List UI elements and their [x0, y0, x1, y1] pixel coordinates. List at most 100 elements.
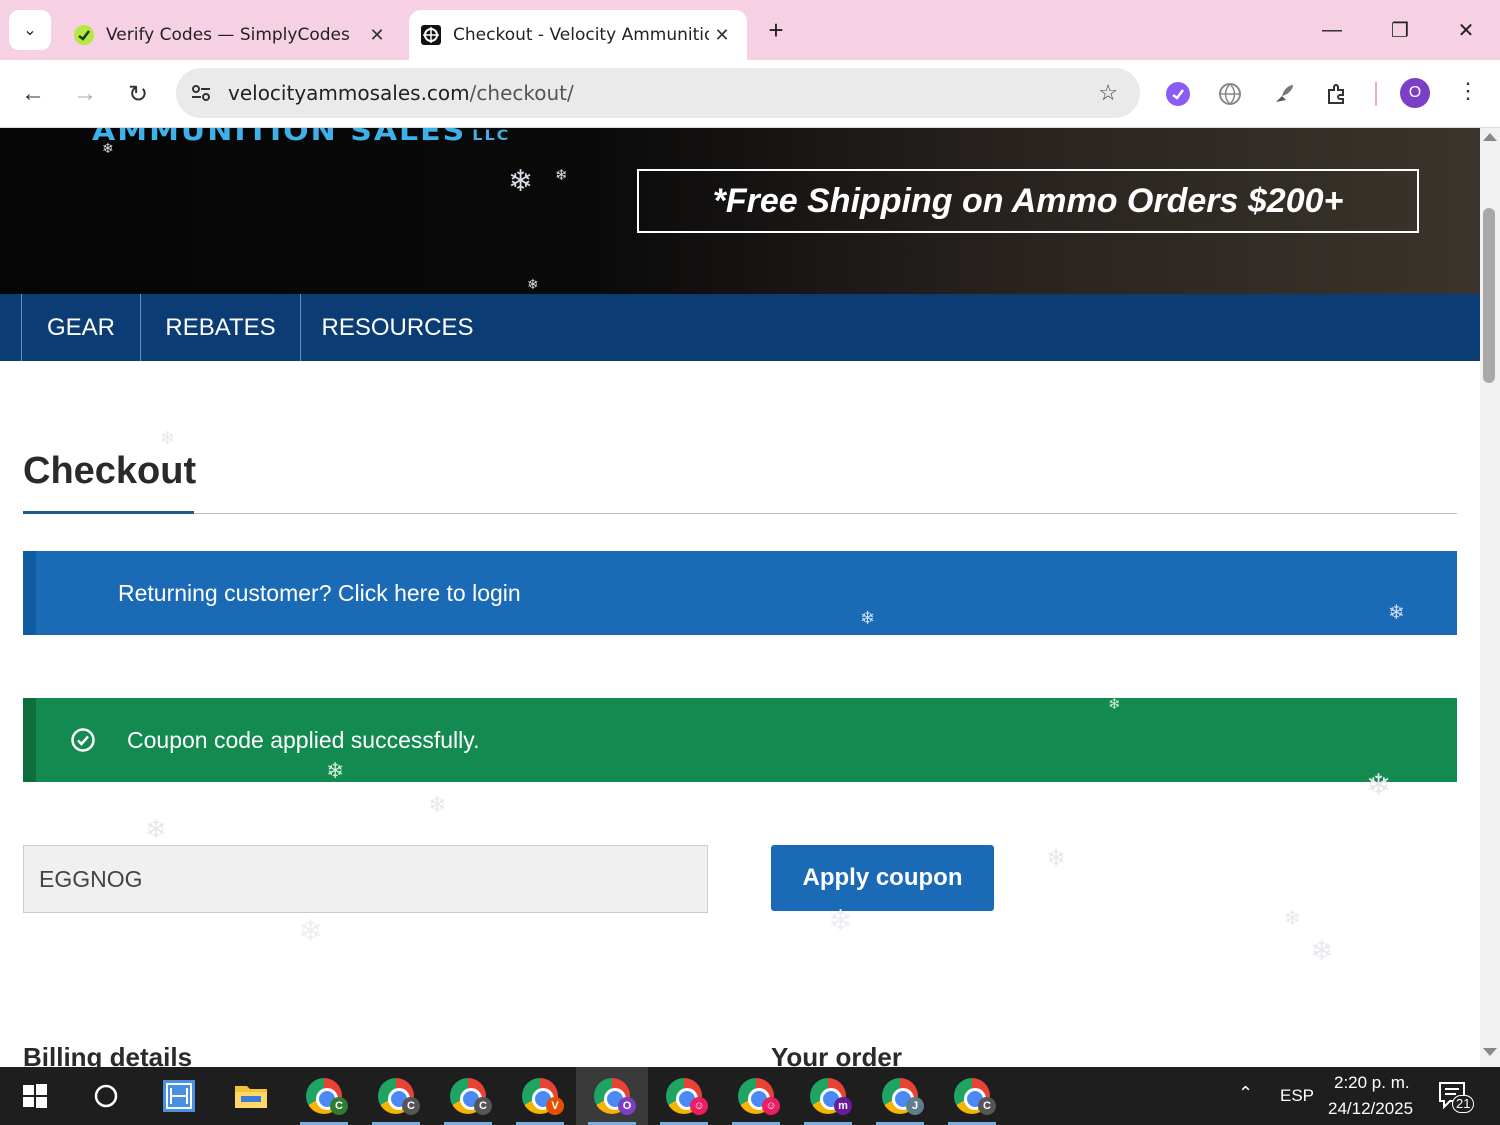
coupon-success-text: Coupon code applied successfully. [127, 726, 480, 753]
nav-item-resources[interactable]: RESOURCES [300, 294, 494, 361]
profile-badge: J [906, 1097, 924, 1115]
taskbar-chrome-2[interactable]: C [360, 1067, 432, 1125]
address-bar[interactable]: velocityammosales.com/checkout/ ☆ [176, 68, 1140, 118]
arrow-left-icon: ← [21, 80, 45, 107]
snowflake-icon: ❄ [326, 758, 345, 783]
site-settings-icon[interactable] [188, 82, 214, 104]
url-path: /checkout/ [469, 81, 574, 105]
page-viewport: AMMUNITION SALES LLC *Free Shipping on Am… [0, 128, 1480, 1067]
scroll-down-arrow-icon[interactable] [1483, 1048, 1497, 1056]
returning-customer-notice[interactable]: Returning customer? Click here to login [23, 551, 1457, 635]
snowflake-icon: ❄ [1310, 935, 1334, 966]
profile-badge-avatar-icon: ☺ [690, 1097, 708, 1115]
taskbar-chrome-7[interactable]: ☺ [720, 1067, 792, 1125]
snowflake-icon: ❄ [1108, 696, 1121, 713]
coupon-success-notice: Coupon code applied successfully. [23, 698, 1457, 782]
scroll-thumb[interactable] [1483, 208, 1495, 383]
clock-time[interactable]: 2:20 p. m. [1334, 1073, 1410, 1093]
login-link[interactable]: Returning customer? Click here to login [118, 580, 521, 607]
rocket-extension-icon[interactable] [1268, 78, 1300, 110]
profile-badge: V [546, 1097, 564, 1115]
check-circle-icon [69, 726, 97, 754]
taskbar-chrome-6[interactable]: ☺ [648, 1067, 720, 1125]
bookmark-star-icon[interactable]: ☆ [1098, 80, 1118, 106]
reload-icon: ↻ [127, 80, 149, 108]
snowflake-icon: ❄ [860, 608, 876, 628]
close-icon[interactable]: ✕ [709, 25, 735, 46]
restore-button[interactable]: ❐ [1380, 12, 1420, 48]
snowflake-icon: ❄ [160, 428, 176, 448]
taskbar-chrome-9[interactable]: J [864, 1067, 936, 1125]
forward-button[interactable]: → [65, 74, 105, 114]
profile-avatar[interactable]: O [1400, 78, 1430, 108]
close-icon: ✕ [1457, 19, 1475, 42]
nav-item-rebates[interactable]: REBATES [140, 294, 300, 361]
notification-center-button[interactable]: 21 [1438, 1081, 1475, 1113]
snowflake-icon: ❄ [1284, 908, 1301, 930]
taskbar-chrome-3[interactable]: C [432, 1067, 504, 1125]
taskbar-chrome-1[interactable]: C [288, 1067, 360, 1125]
url-text: velocityammosales.com/checkout/ [228, 81, 574, 105]
start-button[interactable] [0, 1067, 70, 1125]
logo-text: AMMUNITION SALES [92, 128, 467, 148]
title-underline [23, 511, 194, 514]
site-logo[interactable]: AMMUNITION SALES LLC [92, 128, 510, 147]
globe-extension-icon[interactable] [1214, 78, 1246, 110]
windows-taskbar: C C C V O ☺ ☺ m J C ⌃ ESP 2:20 p. m. 24/… [0, 1067, 1500, 1125]
scroll-up-arrow-icon[interactable] [1483, 133, 1497, 141]
profile-badge: C [978, 1097, 996, 1115]
close-window-button[interactable]: ✕ [1446, 12, 1486, 48]
search-button[interactable] [70, 1067, 142, 1125]
taskbar-chrome-10[interactable]: C [936, 1067, 1008, 1125]
tab-strip: ⌄ Verify Codes — SimplyCodes ✕ Checkout … [0, 0, 1500, 60]
page-scrollbar[interactable] [1480, 128, 1500, 1067]
taskbar-chrome-4[interactable]: V [504, 1067, 576, 1125]
free-shipping-banner[interactable]: *Free Shipping on Ammo Orders $200+ [637, 169, 1419, 233]
profile-badge: C [402, 1097, 420, 1115]
profile-badge: C [330, 1097, 348, 1115]
minimize-icon: — [1322, 18, 1342, 41]
taskbar-app-visual-studio[interactable] [143, 1067, 215, 1125]
tab-title: Verify Codes — SimplyCodes [106, 25, 350, 45]
main-nav: GEAR REBATES RESOURCES [0, 294, 1480, 361]
site-header-banner: AMMUNITION SALES LLC *Free Shipping on Am… [0, 128, 1480, 294]
minimize-button[interactable]: — [1312, 12, 1352, 48]
new-tab-button[interactable]: + [760, 14, 792, 46]
profile-badge: C [474, 1097, 492, 1115]
close-icon[interactable]: ✕ [364, 25, 390, 46]
more-menu-icon[interactable]: ⋮ [1455, 78, 1481, 104]
snowflake-icon: ❄ [527, 276, 539, 292]
tab-search-button[interactable]: ⌄ [9, 10, 51, 50]
coupon-code-input[interactable] [23, 845, 708, 913]
simplycodes-extension-icon[interactable] [1162, 78, 1194, 110]
apply-coupon-button[interactable]: Apply coupon [771, 845, 994, 911]
tab-title: Checkout - Velocity Ammunition Sales [453, 25, 709, 45]
snowflake-icon: ❄ [828, 905, 854, 938]
back-button[interactable]: ← [13, 74, 53, 114]
page-title: Checkout [23, 450, 197, 492]
notification-count-badge: 21 [1452, 1095, 1475, 1113]
profile-badge-avatar-icon: ☺ [762, 1097, 780, 1115]
reload-button[interactable]: ↻ [118, 74, 158, 114]
arrow-right-icon: → [73, 80, 97, 107]
taskbar-file-explorer[interactable] [215, 1067, 287, 1125]
snowflake-icon: ❄ [1388, 602, 1405, 624]
velocity-logo-icon [419, 23, 443, 47]
tab-velocity-checkout[interactable]: Checkout - Velocity Ammunition Sales ✕ [409, 10, 747, 60]
tray-chevron-up-icon[interactable]: ⌃ [1238, 1083, 1253, 1104]
taskbar-chrome-5-active[interactable]: O [576, 1067, 648, 1125]
clock-date[interactable]: 24/12/2025 [1328, 1099, 1413, 1119]
nav-item-gear[interactable]: GEAR [21, 294, 140, 361]
puzzle-extensions-icon[interactable] [1321, 78, 1353, 110]
url-host: velocityammosales.com [228, 81, 470, 105]
input-language[interactable]: ESP [1280, 1086, 1314, 1106]
taskbar-chrome-8[interactable]: m [792, 1067, 864, 1125]
plus-icon: + [768, 14, 784, 45]
chevron-down-icon: ⌄ [23, 22, 37, 39]
profile-badge: m [834, 1097, 852, 1115]
snowflake-icon: ❄ [145, 814, 167, 844]
snowflake-icon: ❄ [555, 167, 568, 184]
tab-simplycodes[interactable]: Verify Codes — SimplyCodes ✕ [62, 10, 402, 60]
browser-toolbar: ← → ↻ velocityammosales.com/checkout/ ☆ [0, 60, 1500, 128]
title-divider [23, 513, 1457, 514]
